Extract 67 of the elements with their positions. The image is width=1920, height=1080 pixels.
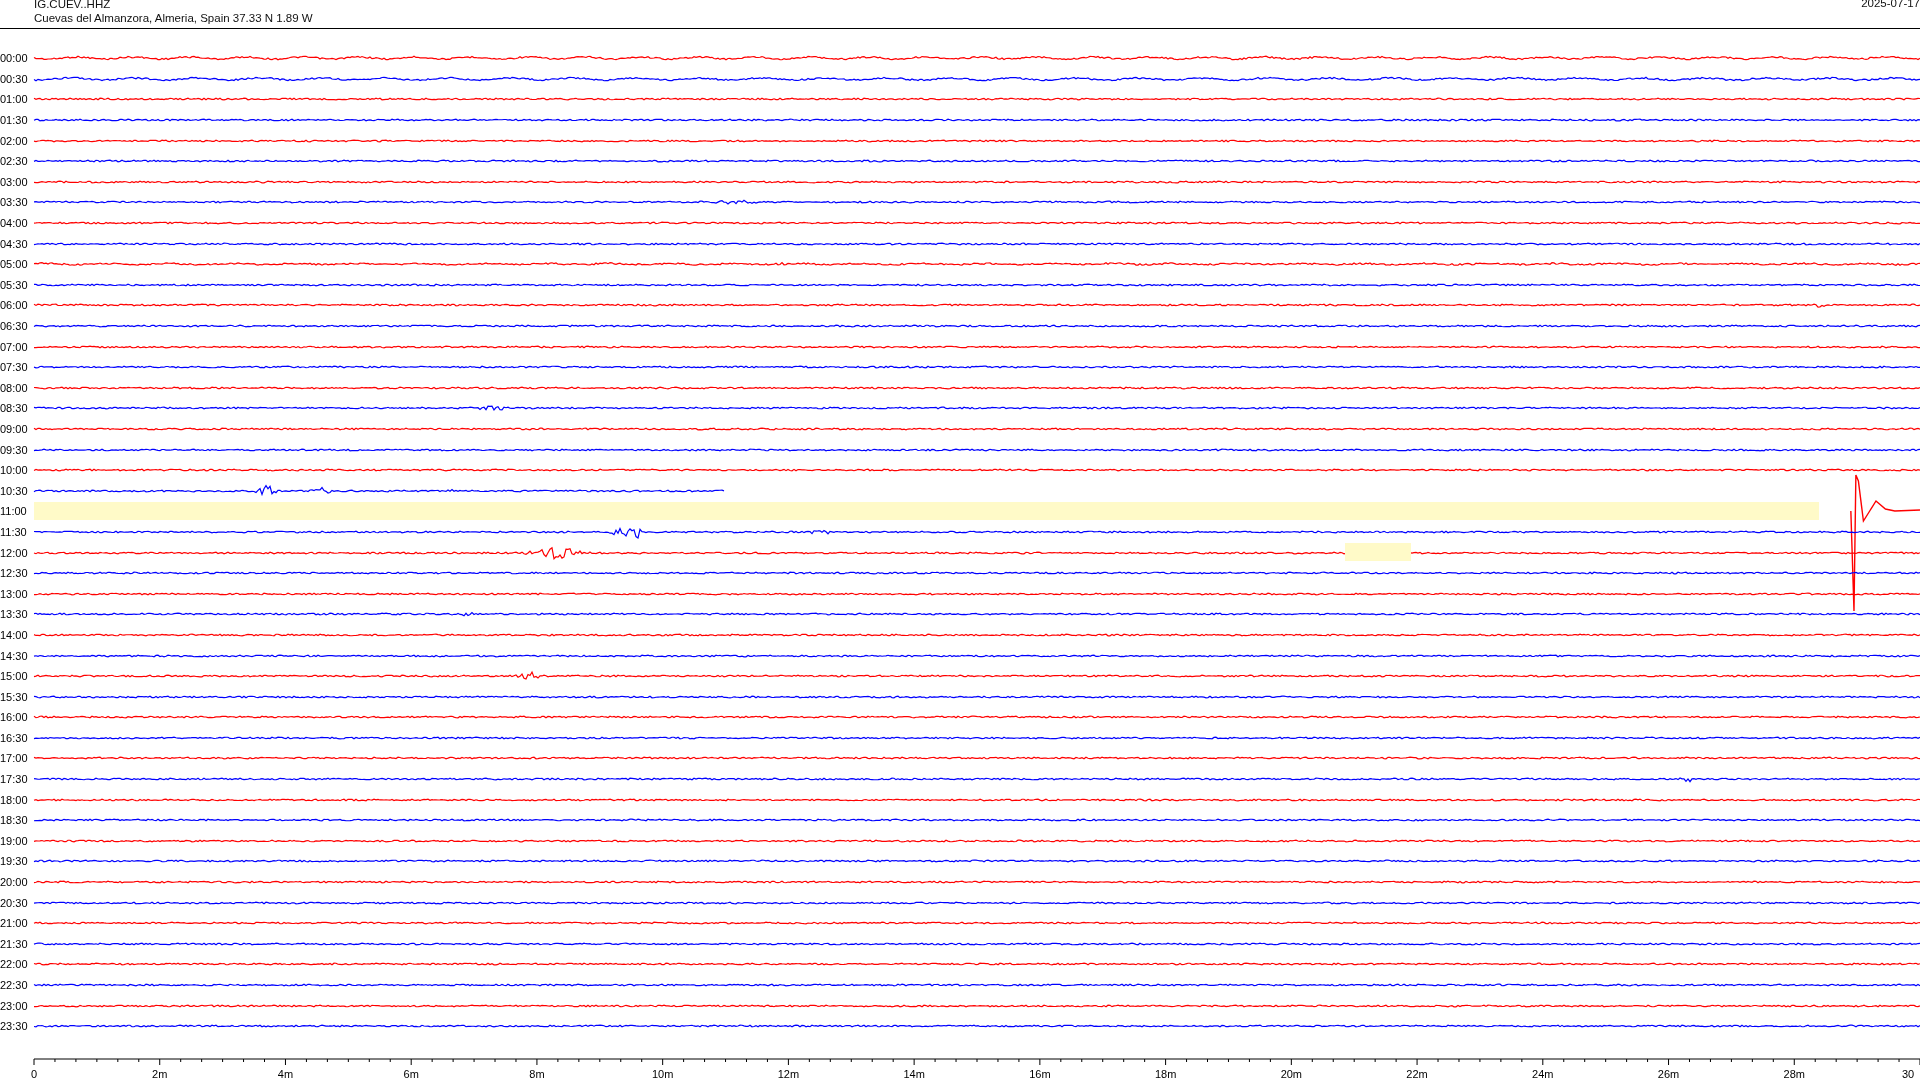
tick-label: 24m bbox=[1532, 1068, 1554, 1080]
time-label: 09:00 bbox=[0, 423, 29, 435]
time-label: 16:00 bbox=[0, 711, 29, 724]
time-label: 08:30 bbox=[0, 402, 29, 415]
time-label: 07:00 bbox=[0, 340, 29, 353]
time-label: 08:00 bbox=[0, 381, 29, 394]
time-label: 23:00 bbox=[0, 999, 29, 1012]
time-label: 22:30 bbox=[0, 979, 29, 991]
time-label: 02:30 bbox=[0, 155, 29, 168]
tick-label: 0 bbox=[30, 1068, 38, 1080]
time-label: 00:30 bbox=[0, 72, 29, 85]
tick-label: 14m bbox=[903, 1068, 925, 1080]
time-label: 02:00 bbox=[0, 134, 29, 147]
tick-label: 18m bbox=[1154, 1068, 1177, 1080]
time-label: 06:30 bbox=[0, 320, 29, 332]
time-label: 15:00 bbox=[0, 670, 29, 683]
time-label: 04:30 bbox=[0, 237, 29, 250]
time-label: 01:30 bbox=[0, 114, 29, 127]
time-label: 01:00 bbox=[0, 93, 29, 106]
time-label: 00:00 bbox=[0, 52, 29, 65]
time-label: 21:30 bbox=[0, 937, 29, 950]
tick-label: 16m bbox=[1029, 1068, 1051, 1080]
time-label: 14:00 bbox=[0, 628, 29, 641]
tick-label: 30 bbox=[1901, 1068, 1915, 1080]
tick-label: 10m bbox=[651, 1068, 674, 1080]
time-label: 11:00 bbox=[0, 505, 28, 518]
data-gap bbox=[1344, 543, 1411, 562]
time-label: 03:30 bbox=[0, 196, 29, 209]
time-label: 13:00 bbox=[0, 587, 29, 600]
time-label: 06:00 bbox=[0, 299, 29, 312]
tick-label: 28m bbox=[1783, 1068, 1805, 1080]
time-label: 10:30 bbox=[0, 484, 29, 497]
tick-label: 8m bbox=[529, 1068, 545, 1080]
time-label: 21:00 bbox=[0, 917, 29, 930]
time-label: 17:00 bbox=[0, 752, 29, 765]
time-label: 10:00 bbox=[0, 464, 29, 477]
time-label: 05:30 bbox=[0, 278, 29, 291]
time-label: 17:30 bbox=[0, 773, 29, 786]
time-label: 15:30 bbox=[0, 690, 29, 703]
tick-label: 2m bbox=[152, 1068, 168, 1080]
time-label: 14:30 bbox=[0, 649, 29, 662]
time-label: 16:30 bbox=[0, 731, 29, 744]
time-label: 18:30 bbox=[0, 814, 29, 827]
time-label: 03:00 bbox=[0, 175, 29, 188]
tick-label: 26m bbox=[1657, 1068, 1680, 1080]
time-label: 12:00 bbox=[0, 546, 29, 559]
station-code: IG.CUEV..HHZ bbox=[34, 0, 112, 11]
tick-label: 20m bbox=[1280, 1068, 1303, 1080]
time-label: 19:30 bbox=[0, 855, 29, 868]
time-label: 20:00 bbox=[0, 876, 29, 889]
tick-label: 6m bbox=[403, 1068, 419, 1080]
time-label: 22:00 bbox=[0, 958, 29, 971]
time-label: 20:30 bbox=[0, 896, 29, 909]
time-label: 19:00 bbox=[0, 834, 29, 847]
tick-label: 12m bbox=[777, 1068, 800, 1080]
tick-label: 4m bbox=[277, 1068, 294, 1080]
time-label: 13:30 bbox=[0, 608, 29, 621]
time-label: 04:00 bbox=[0, 217, 29, 230]
time-label: 07:30 bbox=[0, 361, 29, 374]
time-label: 18:00 bbox=[0, 793, 29, 806]
time-label: 12:30 bbox=[0, 567, 29, 580]
tick-label: 22m bbox=[1406, 1068, 1428, 1080]
station-location: Cuevas del Almanzora, Almeria, Spain 37.33 N 1.89 W bbox=[34, 11, 313, 25]
time-label: 23:30 bbox=[0, 1020, 29, 1033]
time-label: 09:30 bbox=[0, 443, 29, 456]
time-label: 05:00 bbox=[0, 258, 29, 271]
time-label: 11:30 bbox=[0, 525, 28, 538]
